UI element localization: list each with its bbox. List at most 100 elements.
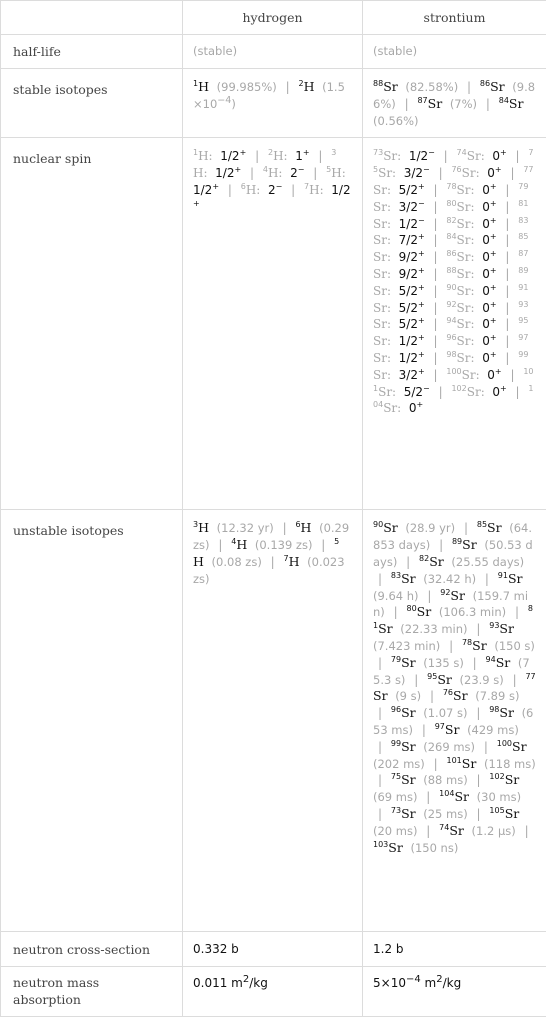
separator: | bbox=[321, 538, 325, 552]
spin-entry: 90Sr: 0+ bbox=[446, 284, 496, 298]
separator: | bbox=[476, 706, 480, 720]
isotope-symbol: 88Sr: bbox=[446, 267, 474, 281]
isotope-value: (69 ms) bbox=[373, 790, 417, 804]
isotope-symbol: 80Sr bbox=[406, 604, 431, 619]
isotope-symbol: 102Sr: bbox=[451, 385, 484, 399]
separator: | bbox=[505, 301, 509, 315]
separator: | bbox=[378, 807, 382, 821]
separator: | bbox=[505, 284, 509, 298]
separator: | bbox=[505, 351, 509, 365]
separator: | bbox=[505, 317, 509, 331]
separator: | bbox=[433, 317, 437, 331]
isotope-symbol: 5H: bbox=[326, 166, 346, 180]
separator: | bbox=[505, 217, 509, 231]
separator: | bbox=[378, 572, 382, 586]
isotope-symbol: 80Sr: bbox=[446, 200, 474, 214]
isotope-entry: 1H (99.985%) bbox=[193, 80, 277, 94]
isotope-symbol: 88Sr bbox=[373, 79, 398, 94]
isotope-value: (20 ms) bbox=[373, 824, 417, 838]
cross-section-strontium: 1.2 b bbox=[363, 932, 546, 967]
isotope-symbol: 84Sr bbox=[499, 96, 524, 111]
isotope-symbol: 3H bbox=[193, 520, 209, 535]
spin-value: 0+ bbox=[482, 301, 496, 315]
isotope-value: (28.9 yr) bbox=[405, 521, 455, 535]
isotope-symbol: 79Sr bbox=[391, 655, 416, 670]
spin-value: 5/2+ bbox=[399, 301, 425, 315]
row-stable-isotopes: stable isotopes 1H (99.985%) | 2H (1.5×1… bbox=[1, 69, 546, 138]
row-label: nuclear spin bbox=[1, 138, 183, 510]
mass-absorption-value: 5×10−4 m2/kg bbox=[373, 976, 461, 990]
separator: | bbox=[318, 149, 322, 163]
isotope-symbol: 6H bbox=[295, 520, 311, 535]
isotope-symbol: 89Sr bbox=[452, 537, 477, 552]
spin-value: 0+ bbox=[409, 401, 423, 415]
separator: | bbox=[286, 80, 290, 94]
comparison-table: hydrogen strontium half-life (stable) (s… bbox=[0, 0, 546, 1017]
isotope-value: (25 ms) bbox=[423, 807, 467, 821]
row-nuclear-spin: nuclear spin 1H: 1/2+ | 2H: 1+ | 3H: 1/2… bbox=[1, 138, 546, 510]
separator: | bbox=[476, 622, 480, 636]
spin-entry: 100Sr: 0+ bbox=[446, 368, 501, 382]
half-life-hydrogen: (stable) bbox=[183, 35, 363, 69]
separator: | bbox=[427, 589, 431, 603]
isotope-entry: 80Sr (106.3 min) bbox=[406, 605, 506, 619]
isotope-value: (1.07 s) bbox=[423, 706, 467, 720]
separator: | bbox=[505, 233, 509, 247]
isotope-value: (269 ms) bbox=[423, 740, 475, 754]
isotope-symbol: 85Sr bbox=[477, 520, 502, 535]
spin-entry: 82Sr: 0+ bbox=[446, 217, 496, 231]
isotope-symbol: 90Sr: bbox=[446, 284, 474, 298]
isotope-entry: 3H (12.32 yr) bbox=[193, 521, 274, 535]
isotope-entry: 97Sr (429 ms) bbox=[435, 723, 519, 737]
separator: | bbox=[484, 740, 488, 754]
separator: | bbox=[218, 538, 222, 552]
spin-value: 0+ bbox=[482, 284, 496, 298]
half-life-strontium: (stable) bbox=[363, 35, 546, 69]
spin-value: 0+ bbox=[482, 200, 496, 214]
isotope-value: (135 s) bbox=[423, 656, 464, 670]
separator: | bbox=[477, 807, 481, 821]
isotope-entry: 95Sr (23.9 s) bbox=[427, 673, 504, 687]
spin-entry: 78Sr: 0+ bbox=[446, 183, 496, 197]
isotope-symbol: 94Sr: bbox=[446, 317, 474, 331]
isotope-symbol: 100Sr: bbox=[446, 368, 479, 382]
separator: | bbox=[430, 689, 434, 703]
isotope-entry: 87Sr (7%) bbox=[417, 97, 477, 111]
spin-value: 1/2+ bbox=[399, 334, 425, 348]
mass-absorption-strontium: 5×10−4 m2/kg bbox=[363, 967, 546, 1017]
isotope-symbol: 92Sr: bbox=[446, 301, 474, 315]
spin-value: 1/2+ bbox=[220, 149, 246, 163]
isotope-symbol: 83Sr bbox=[391, 571, 416, 586]
separator: | bbox=[433, 200, 437, 214]
spin-value: 1/2+ bbox=[399, 351, 425, 365]
separator: | bbox=[433, 183, 437, 197]
separator: | bbox=[473, 656, 477, 670]
row-neutron-mass-absorption: neutron mass absorption 0.011 m2/kg 5×10… bbox=[1, 967, 546, 1017]
separator: | bbox=[433, 250, 437, 264]
spin-entry: 76Sr: 0+ bbox=[451, 166, 501, 180]
isotope-symbol: 86Sr bbox=[480, 79, 505, 94]
isotope-symbol: 7H bbox=[284, 554, 300, 569]
separator: | bbox=[433, 267, 437, 281]
isotope-symbol: 76Sr: bbox=[451, 166, 479, 180]
isotope-value: (9 s) bbox=[395, 689, 421, 703]
separator: | bbox=[505, 334, 509, 348]
isotope-value: (99.985%) bbox=[217, 80, 277, 94]
isotope-symbol: 74Sr: bbox=[457, 149, 485, 163]
header-row: hydrogen strontium bbox=[1, 1, 546, 35]
separator: | bbox=[394, 605, 398, 619]
separator: | bbox=[378, 773, 382, 787]
isotope-symbol: 78Sr bbox=[462, 638, 487, 653]
isotope-symbol: 78Sr: bbox=[446, 183, 474, 197]
separator: | bbox=[525, 824, 529, 838]
isotope-entry: 82Sr (25.55 days) bbox=[419, 555, 524, 569]
spin-value: 0+ bbox=[482, 351, 496, 365]
isotope-symbol: 96Sr: bbox=[446, 334, 474, 348]
isotope-value: (25.55 days) bbox=[451, 555, 524, 569]
isotope-value: (202 ms) bbox=[373, 757, 425, 771]
spin-entry: 86Sr: 0+ bbox=[446, 250, 496, 264]
isotope-entry: 96Sr (1.07 s) bbox=[391, 706, 468, 720]
isotope-value: (7.423 min) bbox=[373, 639, 440, 653]
spin-value: 0+ bbox=[482, 217, 496, 231]
row-label: unstable isotopes bbox=[1, 510, 183, 932]
